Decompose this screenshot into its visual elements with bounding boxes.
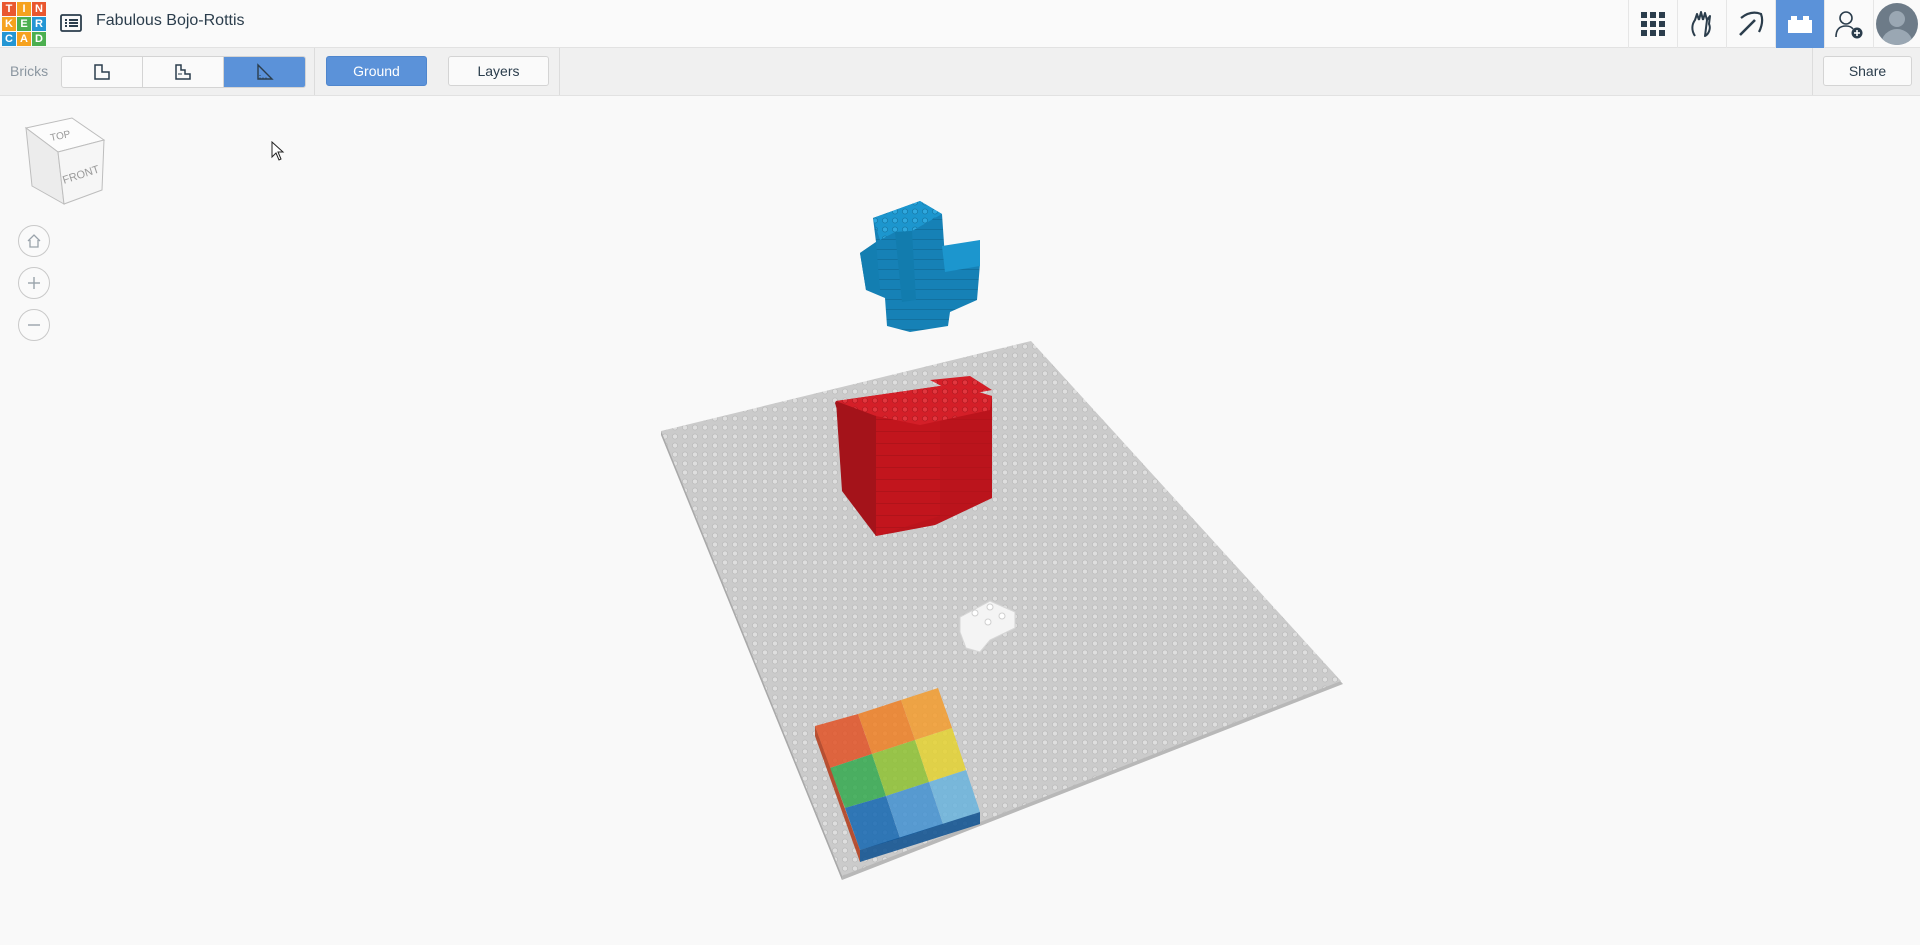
- brick-mode-1-button[interactable]: [62, 57, 143, 87]
- bricks-view-button[interactable]: [1775, 0, 1824, 48]
- minecraft-button[interactable]: [1726, 0, 1775, 48]
- toolbar-divider: [559, 48, 560, 95]
- share-button[interactable]: Share: [1823, 56, 1912, 86]
- logo-letter: C: [2, 32, 16, 46]
- brick-mode-3-icon: [256, 63, 274, 80]
- blue-brick-figure[interactable]: [860, 201, 980, 332]
- layers-button[interactable]: Layers: [448, 56, 549, 86]
- blocks-button[interactable]: [1677, 0, 1726, 48]
- brick-mode-1-icon: [94, 64, 110, 80]
- design-title[interactable]: Fabulous Bojo-Rottis: [96, 12, 245, 30]
- user-avatar[interactable]: [1873, 0, 1920, 48]
- top-bar: T I N K E R C A D Fabulous Bojo-Rottis: [0, 0, 1920, 48]
- toolbar-divider: [314, 48, 315, 95]
- mouse-cursor-icon: [271, 141, 285, 161]
- brick-mode-selector: [61, 56, 306, 88]
- logo-letter: E: [17, 17, 31, 31]
- ground-button[interactable]: Ground: [326, 56, 427, 86]
- avatar-icon: [1876, 3, 1918, 45]
- design-list-button[interactable]: [57, 10, 85, 36]
- bricks-label: Bricks: [10, 63, 49, 79]
- grid-apps-icon: [1641, 12, 1665, 36]
- list-icon: [60, 14, 82, 32]
- tinkercad-logo[interactable]: T I N K E R C A D: [2, 2, 46, 46]
- logo-letter: I: [17, 2, 31, 16]
- apps-button[interactable]: [1628, 0, 1677, 48]
- brick-mode-2-icon: [175, 64, 191, 80]
- brick-mode-2-button[interactable]: [143, 57, 224, 87]
- logo-letter: D: [32, 32, 46, 46]
- brick-mode-3-button[interactable]: [224, 57, 305, 87]
- logo-letter: A: [17, 32, 31, 46]
- workplane-canvas[interactable]: [0, 96, 1920, 945]
- logo-letter: N: [32, 2, 46, 16]
- pickaxe-icon: [1739, 11, 1764, 36]
- bricks-view-icon: [1788, 16, 1812, 33]
- invite-user-button[interactable]: [1824, 0, 1873, 48]
- toolbar-divider: [1812, 48, 1813, 95]
- logo-letter: T: [2, 2, 16, 16]
- hands-icon: [1691, 11, 1711, 37]
- editor-toolbar: Bricks Ground Layers Share: [0, 48, 1920, 96]
- add-user-icon: [1835, 11, 1863, 39]
- logo-letter: R: [32, 17, 46, 31]
- logo-letter: K: [2, 17, 16, 31]
- header-actions: [1628, 0, 1920, 48]
